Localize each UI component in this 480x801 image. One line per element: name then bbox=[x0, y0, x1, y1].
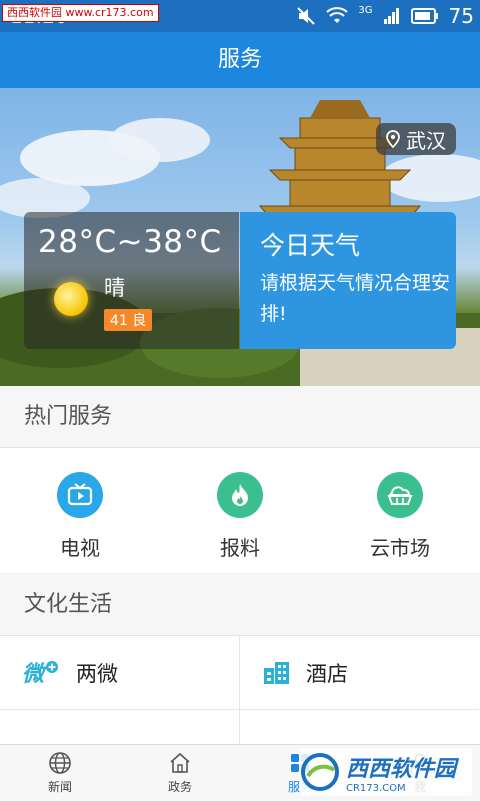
app-bar: 服务 bbox=[0, 32, 480, 88]
tv-icon bbox=[57, 472, 103, 518]
page-title: 服务 bbox=[217, 47, 262, 72]
mute-icon bbox=[297, 7, 316, 25]
today-weather-card[interactable]: 今日天气 请根据天气情况合理安排! bbox=[240, 212, 456, 349]
location-badge[interactable]: 武汉 bbox=[376, 123, 456, 155]
wifi-icon bbox=[326, 7, 349, 23]
cloud-market-icon bbox=[377, 472, 423, 518]
status-bar: 11:20 西西软件园 www.cr173.com 3G 75 bbox=[0, 0, 480, 32]
weibo-icon: 微 bbox=[22, 660, 58, 687]
hotel-icon bbox=[264, 661, 289, 684]
culture-grid: 微 两微 酒店 bbox=[0, 636, 480, 776]
culture-item-hotel[interactable]: 酒店 bbox=[240, 636, 479, 710]
service-cloud-market-label: 云市场 bbox=[370, 536, 430, 560]
weather-banner[interactable]: 武汉 28°C~38°C 晴 41 良 今日天气 请根据天气情况合理安排! bbox=[0, 88, 480, 386]
today-weather-title: 今日天气 bbox=[260, 231, 361, 260]
home-icon bbox=[170, 752, 190, 773]
service-report-label: 报料 bbox=[220, 536, 260, 560]
culture-life-title: 文化生活 bbox=[0, 574, 480, 636]
grid-divider bbox=[239, 636, 240, 744]
flame-icon bbox=[217, 472, 263, 518]
service-cloud-market[interactable]: 云市场 bbox=[320, 448, 480, 573]
temperature-range: 28°C~38°C bbox=[38, 224, 222, 260]
location-label: 武汉 bbox=[406, 128, 446, 153]
watermark-logo: 西西软件园 CR173.COM bbox=[300, 748, 472, 796]
weather-card[interactable]: 28°C~38°C 晴 41 良 bbox=[24, 212, 239, 349]
watermark-label: 西西软件园 www.cr173.com bbox=[2, 4, 159, 22]
signal-icon bbox=[383, 8, 399, 24]
tab-news-label: 新闻 bbox=[47, 780, 72, 794]
today-weather-tip: 请根据天气情况合理安排! bbox=[260, 272, 451, 325]
tab-government[interactable]: 政务 bbox=[120, 745, 240, 801]
air-quality-badge: 41 良 bbox=[104, 309, 153, 331]
hot-services-title: 热门服务 bbox=[0, 386, 480, 448]
svg-text:微: 微 bbox=[22, 662, 48, 687]
service-report[interactable]: 报料 bbox=[160, 448, 320, 573]
globe-icon bbox=[49, 752, 71, 774]
culture-item-weibo[interactable]: 微 两微 bbox=[0, 636, 239, 710]
network-type-label: 3G bbox=[358, 4, 373, 16]
hot-services-grid: 电视 报料 云市场 bbox=[0, 448, 480, 573]
service-tv-label: 电视 bbox=[60, 536, 100, 560]
culture-item-hotel-label: 酒店 bbox=[306, 661, 348, 686]
watermark-text: 西西软件园 bbox=[346, 756, 457, 782]
tab-government-label: 政务 bbox=[167, 780, 192, 794]
sunny-icon bbox=[54, 282, 88, 316]
watermark-swirl-icon bbox=[301, 753, 339, 791]
weather-condition: 晴 bbox=[104, 276, 125, 300]
battery-percent: 75 bbox=[448, 4, 474, 28]
battery-icon bbox=[410, 8, 438, 24]
location-pin-icon bbox=[386, 130, 400, 148]
service-tv[interactable]: 电视 bbox=[0, 448, 160, 573]
culture-item-weibo-label: 两微 bbox=[76, 661, 118, 686]
watermark-url: CR173.COM bbox=[346, 782, 406, 794]
tab-news[interactable]: 新闻 bbox=[0, 745, 120, 801]
